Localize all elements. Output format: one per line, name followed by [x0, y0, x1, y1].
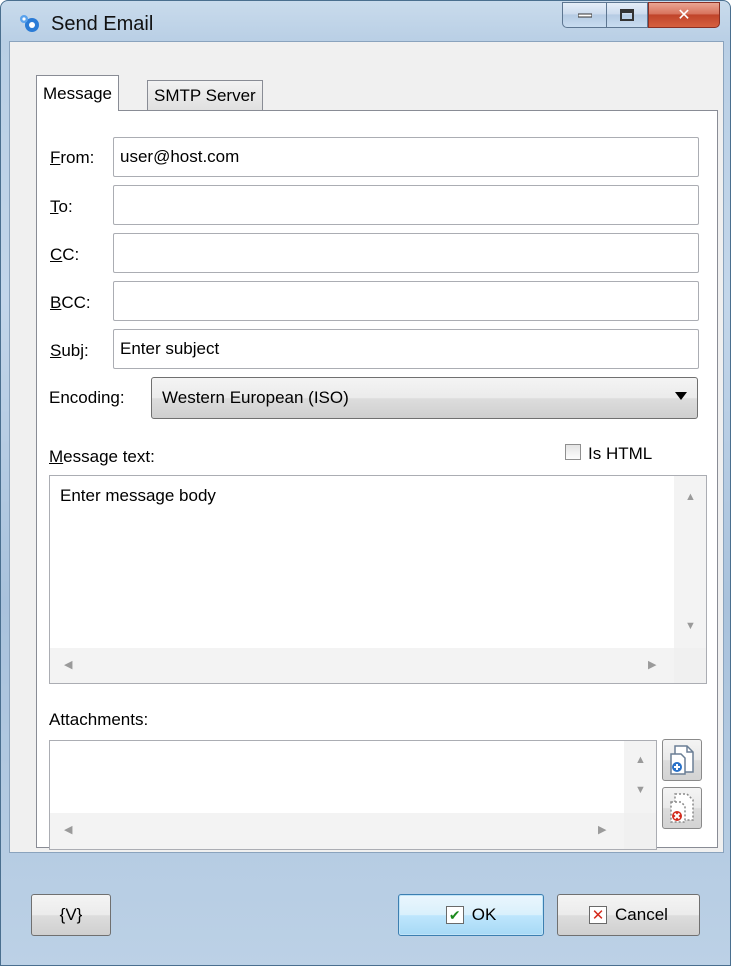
subject-field[interactable]: Enter subject: [113, 329, 699, 369]
scroll-down-icon[interactable]: ▼: [635, 785, 646, 796]
bcc-field[interactable]: [113, 281, 699, 321]
tab-message[interactable]: Message: [36, 75, 119, 111]
encoding-select[interactable]: Western European (ISO): [151, 377, 698, 419]
minimize-icon: [577, 13, 592, 18]
message-body-text: Enter message body: [60, 486, 216, 505]
from-field[interactable]: user@host.com: [113, 137, 699, 177]
app-gear-icon: [20, 15, 39, 32]
attachments-vertical-scrollbar[interactable]: ▲ ▼: [624, 741, 656, 813]
from-label: From:: [50, 148, 95, 167]
ok-button-label: OK: [471, 905, 497, 924]
remove-attachment-button[interactable]: [662, 787, 702, 829]
to-field[interactable]: [113, 185, 699, 225]
variables-button-label: {V}: [59, 905, 83, 924]
bcc-label: BCC:: [50, 293, 91, 312]
maximize-button[interactable]: [606, 2, 648, 28]
message-body-textarea[interactable]: Enter message body ▲ ▼ ◀ ▶: [49, 475, 707, 684]
encoding-label: Encoding:: [49, 388, 125, 407]
scroll-corner: [624, 813, 656, 849]
message-horizontal-scrollbar[interactable]: ◀ ▶: [50, 648, 674, 683]
is-html-checkbox[interactable]: [565, 444, 581, 460]
check-icon: ✔: [445, 906, 464, 924]
scroll-right-icon[interactable]: ▶: [598, 825, 606, 836]
attachments-list[interactable]: ▲ ▼ ◀ ▶: [49, 740, 657, 850]
dialog-client-area: Message SMTP Server From: user@host.com …: [9, 41, 724, 853]
is-html-label: Is HTML: [588, 444, 653, 463]
add-attachment-button[interactable]: [662, 739, 702, 781]
cancel-x-icon: ✕: [589, 906, 608, 924]
to-label: To:: [50, 197, 73, 216]
encoding-selected-value: Western European (ISO): [162, 388, 349, 407]
scroll-down-icon[interactable]: ▼: [685, 621, 696, 632]
scroll-right-icon[interactable]: ▶: [648, 660, 656, 671]
close-icon: ✕: [677, 7, 691, 24]
cc-label: CC:: [50, 245, 80, 264]
send-email-dialog: Send Email ✕ Message SMTP Server From: u…: [0, 0, 731, 966]
attachments-horizontal-scrollbar[interactable]: ◀ ▶: [50, 813, 624, 849]
caption-buttons: ✕: [562, 2, 720, 28]
scroll-left-icon[interactable]: ◀: [64, 660, 72, 671]
chevron-down-icon: [675, 392, 687, 400]
tab-smtp-server[interactable]: SMTP Server: [147, 80, 263, 110]
minimize-button[interactable]: [562, 2, 606, 28]
scroll-up-icon[interactable]: ▲: [635, 755, 646, 766]
subj-label: Subj:: [50, 341, 89, 360]
scroll-up-icon[interactable]: ▲: [685, 492, 696, 503]
cancel-button-label: Cancel: [615, 905, 668, 924]
add-file-icon: [670, 745, 694, 775]
maximize-icon: [620, 9, 634, 21]
remove-file-icon: [670, 793, 694, 823]
variables-button[interactable]: {V}: [31, 894, 111, 936]
attachments-label: Attachments:: [49, 710, 149, 729]
scroll-left-icon[interactable]: ◀: [64, 825, 72, 836]
title-bar[interactable]: Send Email ✕: [1, 1, 730, 41]
message-text-label: Message text:: [49, 447, 155, 466]
cancel-button[interactable]: ✕ Cancel: [557, 894, 700, 936]
ok-button[interactable]: ✔ OK: [398, 894, 544, 936]
scroll-corner: [674, 648, 706, 683]
cc-field[interactable]: [113, 233, 699, 273]
close-button[interactable]: ✕: [648, 2, 720, 28]
message-vertical-scrollbar[interactable]: ▲ ▼: [674, 476, 706, 648]
window-title: Send Email: [51, 13, 154, 35]
